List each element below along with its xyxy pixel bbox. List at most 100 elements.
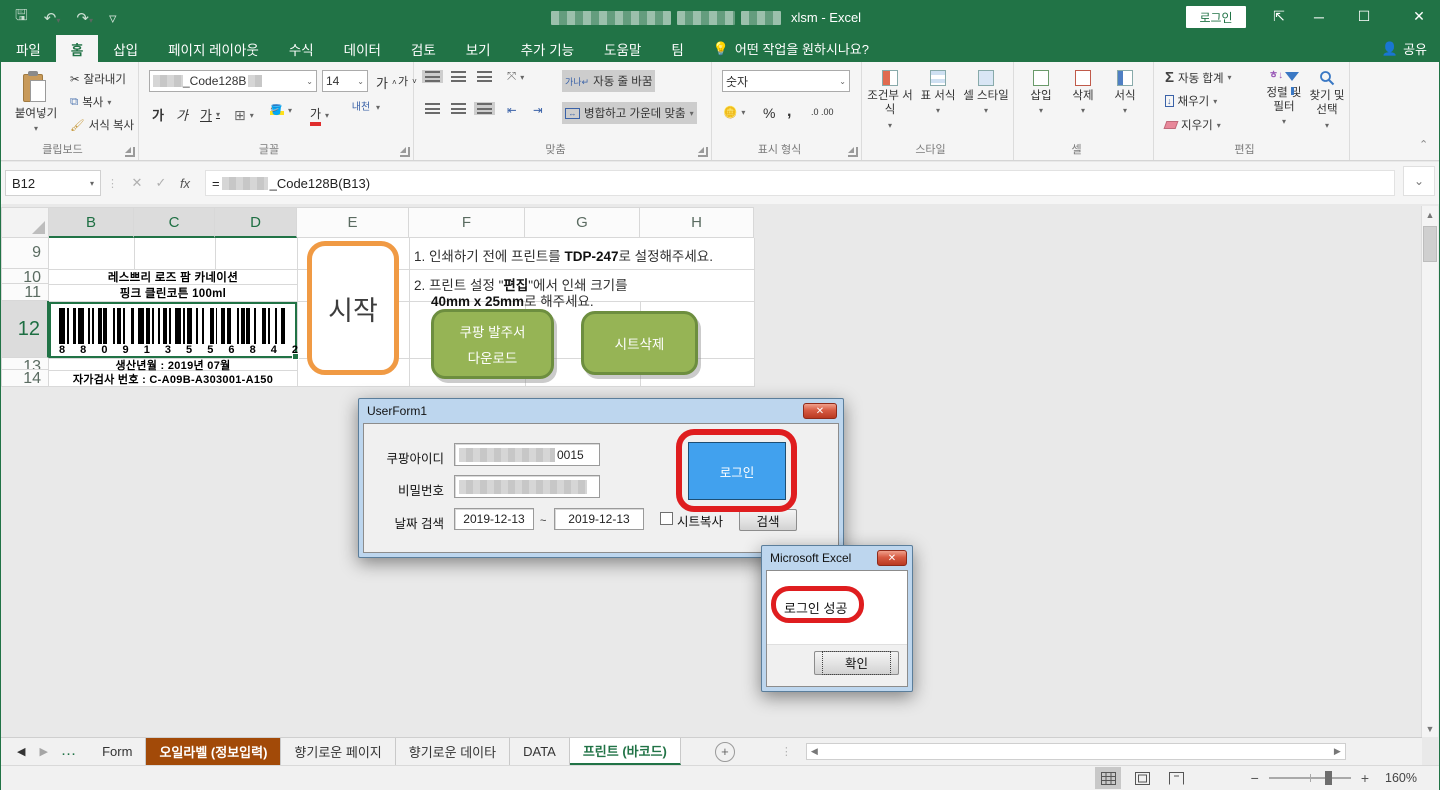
- collapse-ribbon-icon[interactable]: ⌃: [1419, 138, 1428, 151]
- col-header-D[interactable]: D: [215, 207, 297, 238]
- insert-cells-button[interactable]: 삽입▾: [1022, 64, 1060, 116]
- align-middle-button[interactable]: [448, 70, 469, 83]
- vscroll-thumb[interactable]: [1423, 226, 1437, 262]
- decrease-indent-button[interactable]: ⇤: [504, 102, 520, 118]
- align-center-button[interactable]: [448, 102, 469, 115]
- orientation-button[interactable]: ⤧▾: [504, 70, 527, 85]
- merge-center-button[interactable]: ↔ 병합하고 가운데 맞춤▾: [562, 102, 697, 124]
- add-sheet-icon[interactable]: +: [715, 742, 735, 762]
- close-button[interactable]: ✕: [1399, 0, 1439, 33]
- row-header-9[interactable]: 9: [1, 238, 49, 269]
- number-dialog-launcher[interactable]: [848, 147, 858, 157]
- conditional-formatting-button[interactable]: 조건부 서식▾: [866, 64, 914, 131]
- fill-button[interactable]: ↓채우기▾: [1162, 92, 1220, 110]
- tab-view[interactable]: 보기: [451, 35, 506, 62]
- tab-help[interactable]: 도움말: [589, 35, 656, 62]
- align-bottom-button[interactable]: [474, 70, 495, 83]
- accounting-format-button[interactable]: 🪙▾: [720, 104, 748, 120]
- tab-home[interactable]: 홈: [56, 35, 98, 62]
- sheet-tab-fragrant-page[interactable]: 향기로운 페이지: [281, 738, 395, 765]
- autosum-button[interactable]: Σ자동 합계▾: [1162, 68, 1235, 87]
- login-button[interactable]: 로그인: [688, 442, 786, 500]
- msgbox-close-icon[interactable]: ✕: [877, 550, 907, 566]
- save-icon[interactable]: 🖫: [15, 5, 28, 30]
- sheet-tab-oil-label[interactable]: 오일라벨 (정보입력): [146, 738, 281, 765]
- name-box[interactable]: B12▾: [5, 170, 101, 196]
- cell-styles-button[interactable]: 셀 스타일▾: [962, 64, 1010, 116]
- tab-review[interactable]: 검토: [396, 35, 451, 62]
- vscroll-up-icon[interactable]: ▲: [1422, 206, 1438, 223]
- format-as-table-button[interactable]: 표 서식▾: [916, 64, 960, 116]
- expand-formula-bar-icon[interactable]: ⌄: [1403, 166, 1435, 196]
- fill-handle[interactable]: [292, 353, 299, 360]
- font-size-combo[interactable]: 14⌄: [322, 70, 368, 92]
- increase-indent-button[interactable]: ⇥: [530, 102, 546, 118]
- password-input[interactable]: [454, 475, 600, 498]
- select-all-corner[interactable]: [1, 207, 49, 238]
- normal-view-icon[interactable]: [1095, 767, 1121, 789]
- col-header-F[interactable]: F: [409, 207, 525, 238]
- col-header-C[interactable]: C: [134, 207, 215, 238]
- coupang-download-button[interactable]: 쿠팡 발주서 다운로드: [431, 309, 554, 379]
- cancel-formula-icon[interactable]: ✕: [125, 175, 149, 191]
- row-header-11[interactable]: 11: [1, 284, 49, 301]
- ribbon-display-options-icon[interactable]: ⇱: [1259, 0, 1299, 33]
- copy-button[interactable]: ⧉복사▾: [67, 93, 114, 111]
- col-header-E[interactable]: E: [297, 207, 409, 238]
- wrap-text-button[interactable]: 가나↵ 자동 줄 바꿈: [562, 70, 655, 92]
- underline-button[interactable]: 가▾: [197, 104, 223, 125]
- page-layout-view-icon[interactable]: [1129, 767, 1155, 789]
- zoom-out-icon[interactable]: −: [1251, 770, 1259, 786]
- sheet-tab-fragrant-data[interactable]: 향기로운 데이타: [396, 738, 510, 765]
- font-dialog-launcher[interactable]: [400, 147, 410, 157]
- delete-sheet-button[interactable]: 시트삭제: [581, 311, 698, 375]
- sheet-tab-data[interactable]: DATA: [510, 738, 570, 765]
- enter-formula-icon[interactable]: ✓: [149, 175, 173, 191]
- number-format-combo[interactable]: 숫자⌄: [722, 70, 850, 92]
- percent-button[interactable]: %: [760, 104, 778, 122]
- align-right-button[interactable]: [474, 102, 495, 115]
- sort-filter-button[interactable]: ㅎ↓ 정렬 및 필터▾: [1262, 64, 1306, 127]
- bold-button[interactable]: 가: [149, 104, 167, 125]
- find-select-button[interactable]: 찾기 및 선택▾: [1306, 64, 1348, 131]
- tab-file[interactable]: 파일: [1, 35, 56, 62]
- format-cells-button[interactable]: 서식▾: [1106, 64, 1144, 116]
- zoom-in-icon[interactable]: +: [1361, 770, 1369, 786]
- font-color-button[interactable]: 가▾: [307, 104, 332, 127]
- align-top-button[interactable]: [422, 70, 443, 83]
- sheet-tab-print-barcode[interactable]: 프린트 (바코드): [570, 738, 681, 765]
- coupang-id-input[interactable]: 0015: [454, 443, 600, 466]
- alignment-dialog-launcher[interactable]: [698, 147, 708, 157]
- fill-color-button[interactable]: 🪣▾: [267, 104, 295, 116]
- tab-team[interactable]: 팀: [656, 35, 698, 62]
- clipboard-dialog-launcher[interactable]: [125, 147, 135, 157]
- cut-button[interactable]: ✂잘라내기: [67, 70, 129, 88]
- tab-formulas[interactable]: 수식: [274, 35, 329, 62]
- zoom-percentage[interactable]: 160%: [1379, 771, 1417, 785]
- date-to-input[interactable]: 2019-12-13: [554, 508, 644, 530]
- borders-button[interactable]: ⊞▾: [231, 106, 257, 125]
- font-name-combo[interactable]: _Code128B ⌄: [149, 70, 317, 92]
- horizontal-scrollbar[interactable]: ◀ ▶: [806, 743, 1346, 760]
- tab-addins[interactable]: 추가 기능: [506, 35, 589, 62]
- delete-cells-button[interactable]: 삭제▾: [1064, 64, 1102, 116]
- page-break-view-icon[interactable]: [1163, 767, 1189, 789]
- row-header-12[interactable]: 12: [1, 301, 49, 358]
- minimize-button[interactable]: ─: [1299, 0, 1339, 33]
- sheet-next-icon[interactable]: ▶: [39, 745, 47, 758]
- italic-button[interactable]: 가: [173, 104, 191, 125]
- hscroll-right-icon[interactable]: ▶: [1330, 744, 1345, 759]
- row-header-13[interactable]: 13: [1, 358, 49, 370]
- qat-customize-icon[interactable]: ▿: [109, 9, 117, 27]
- undo-icon[interactable]: ↶▾: [44, 9, 61, 27]
- sheet-prev-icon[interactable]: ◀: [17, 745, 25, 758]
- decimal-buttons[interactable]: .0 .00: [808, 106, 837, 118]
- comma-button[interactable]: ,: [784, 102, 794, 122]
- userform-close-icon[interactable]: ✕: [803, 403, 837, 419]
- ok-button[interactable]: 확인: [814, 651, 899, 675]
- start-button[interactable]: 시작: [307, 241, 399, 375]
- tab-data[interactable]: 데이터: [329, 35, 396, 62]
- insert-function-icon[interactable]: fx: [173, 176, 197, 191]
- label-product-desc-cell[interactable]: 핑크 클린코튼 100ml: [49, 286, 297, 300]
- vscroll-down-icon[interactable]: ▼: [1422, 720, 1438, 737]
